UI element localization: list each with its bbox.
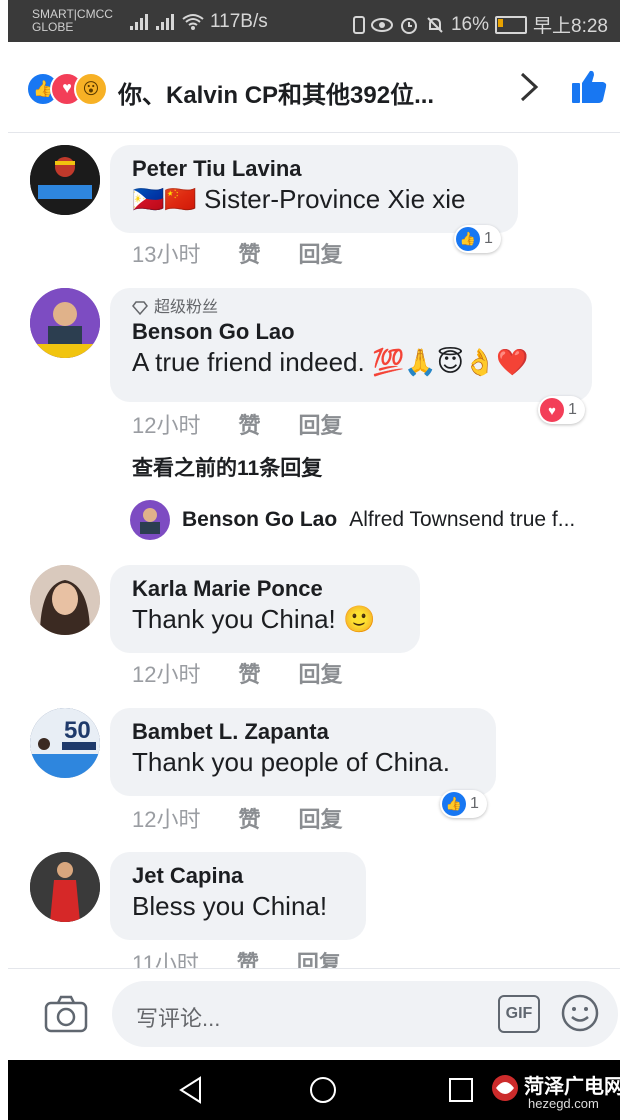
- commenter-name[interactable]: Karla Marie Ponce: [132, 575, 398, 603]
- svg-text:50: 50: [64, 717, 91, 744]
- carrier-label: SMART|CMCC GLOBE: [32, 8, 113, 34]
- comment-meta: 13小时 赞 回复: [132, 237, 343, 269]
- reaction-count[interactable]: ♥ 1: [538, 396, 585, 424]
- comment-placeholder[interactable]: 写评论...: [136, 1001, 220, 1033]
- avatar[interactable]: [30, 852, 100, 922]
- emoji-icon[interactable]: [560, 993, 600, 1038]
- like-button-icon[interactable]: [570, 68, 608, 111]
- reactions-header[interactable]: 👍 ♥ 😮 你、Kalvin CP和其他392位...: [8, 42, 620, 133]
- badge-label: 超级粉丝: [154, 299, 219, 316]
- comment-text: Bless you China!: [132, 891, 328, 921]
- comment-meta: 12小时 赞 回复: [132, 802, 343, 834]
- comment-composer: 写评论... GIF: [8, 968, 620, 1061]
- diamond-icon: [132, 301, 148, 315]
- reaction-count-value: 1: [568, 401, 577, 418]
- reply-author[interactable]: Benson Go Lao: [182, 508, 337, 532]
- like-link[interactable]: 赞: [238, 408, 260, 440]
- chevron-right-icon[interactable]: [518, 70, 540, 113]
- avatar[interactable]: [130, 500, 170, 540]
- alarm-icon: [400, 17, 417, 34]
- top-fan-badge: 超级粉丝: [132, 298, 570, 318]
- signal-icon-2: [156, 14, 176, 30]
- eye-icon: [370, 17, 393, 32]
- comment-text: 🇵🇭🇨🇳 Sister-Province Xie xie: [132, 184, 466, 214]
- reply-text: Alfred Townsend true f...: [349, 508, 576, 531]
- wow-reaction-icon: 😮: [74, 72, 108, 106]
- comment-text: Thank you China! 🙂: [132, 604, 376, 634]
- avatar[interactable]: 50: [30, 708, 100, 778]
- comment-bubble[interactable]: Karla Marie Ponce Thank you China! 🙂: [110, 565, 420, 653]
- watermark-emblem-icon: [492, 1075, 518, 1101]
- comment-meta: 12小时 赞 回复: [132, 657, 343, 689]
- like-reaction-icon: 👍: [456, 227, 480, 251]
- watermark-logo: 菏泽广电网 hezegd.com: [488, 1068, 624, 1116]
- commenter-name[interactable]: Peter Tiu Lavina: [132, 155, 496, 183]
- reply-link[interactable]: 回复: [299, 802, 343, 834]
- reply-link[interactable]: 回复: [299, 657, 343, 689]
- reaction-count-value: 1: [484, 230, 493, 247]
- comment-bubble[interactable]: 超级粉丝 Benson Go Lao A true friend indeed.…: [110, 288, 592, 402]
- commenter-name[interactable]: Jet Capina: [132, 862, 344, 890]
- system-nav-bar: 菏泽广电网 hezegd.com: [8, 1060, 624, 1120]
- battery-percent: 16%: [450, 13, 490, 35]
- like-link[interactable]: 赞: [238, 657, 260, 689]
- reaction-count[interactable]: 👍 1: [454, 225, 501, 253]
- status-bar: SMART|CMCC GLOBE 117B/s 16% 早上8:28: [8, 0, 620, 42]
- like-link[interactable]: 赞: [238, 237, 260, 269]
- camera-icon[interactable]: [44, 995, 88, 1038]
- comment-time: 12小时: [132, 413, 201, 438]
- love-reaction-icon: ♥: [540, 398, 564, 422]
- comment-time: 12小时: [132, 662, 201, 687]
- reaction-icons: 👍 ♥ 😮: [26, 72, 122, 106]
- comment-time: 12小时: [132, 807, 201, 832]
- comment-bubble[interactable]: Peter Tiu Lavina 🇵🇭🇨🇳 Sister-Province Xi…: [110, 145, 518, 233]
- like-reaction-icon: 👍: [442, 792, 466, 816]
- avatar[interactable]: [30, 565, 100, 635]
- reply-preview[interactable]: Benson Go Lao Alfred Townsend true f...: [130, 500, 575, 540]
- watermark-title: 菏泽广电网: [524, 1076, 624, 1098]
- back-icon[interactable]: [176, 1075, 206, 1110]
- watermark-url: hezegd.com: [528, 1096, 599, 1111]
- clock: 早上8:28: [533, 16, 608, 37]
- comment-text: A true friend indeed. 💯🙏😇👌❤️: [132, 347, 529, 377]
- reply-link[interactable]: 回复: [299, 408, 343, 440]
- sim-icon: [352, 15, 365, 34]
- comment-time: 13小时: [132, 242, 201, 267]
- reply-link[interactable]: 回复: [299, 237, 343, 269]
- wifi-icon: [182, 14, 204, 30]
- home-icon[interactable]: [308, 1075, 338, 1110]
- like-link[interactable]: 赞: [238, 802, 260, 834]
- avatar[interactable]: [30, 288, 100, 358]
- reactions-summary[interactable]: 你、Kalvin CP和其他392位...: [118, 75, 434, 110]
- view-previous-replies[interactable]: 查看之前的11条回复: [132, 452, 322, 482]
- comment-bubble[interactable]: Jet Capina Bless you China!: [110, 852, 366, 940]
- comment-text: Thank you people of China.: [132, 747, 450, 777]
- commenter-name[interactable]: Benson Go Lao: [132, 318, 570, 346]
- carrier-line2: GLOBE: [32, 20, 74, 34]
- reaction-count[interactable]: 👍 1: [440, 790, 487, 818]
- recent-apps-icon[interactable]: [448, 1077, 474, 1108]
- signal-icon: [130, 14, 150, 30]
- gif-button[interactable]: GIF: [498, 995, 540, 1033]
- comment-meta: 12小时 赞 回复: [132, 408, 343, 440]
- net-speed: 117B/s: [210, 11, 268, 32]
- comment-input[interactable]: 写评论... GIF: [112, 981, 618, 1047]
- comment-bubble[interactable]: Bambet L. Zapanta Thank you people of Ch…: [110, 708, 496, 796]
- commenter-name[interactable]: Bambet L. Zapanta: [132, 718, 474, 746]
- reaction-count-value: 1: [470, 795, 479, 812]
- battery-icon: [495, 15, 528, 34]
- avatar[interactable]: [30, 145, 100, 215]
- mute-icon: [427, 16, 443, 33]
